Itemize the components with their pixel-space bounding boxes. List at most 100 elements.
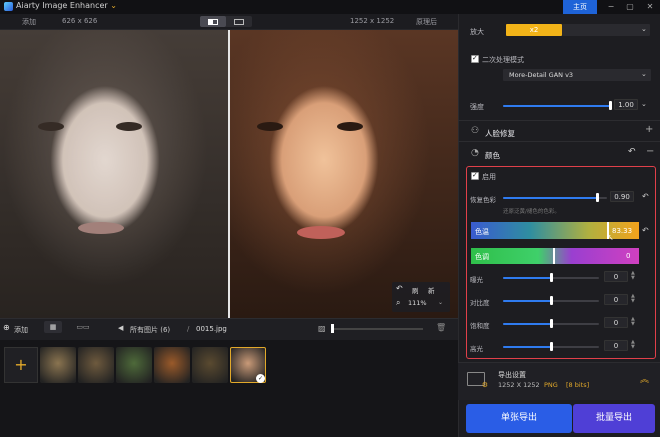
stepper-icon[interactable]: ▲ ▼	[631, 340, 635, 350]
collapse-icon[interactable]: −	[646, 146, 654, 157]
stepper-icon[interactable]: ▲ ▼	[631, 294, 635, 304]
zoom-dropdown-icon[interactable]: ⌄	[438, 299, 443, 306]
right-eye	[337, 122, 363, 131]
slider-fill	[503, 105, 610, 107]
adjust-value[interactable]: 0	[604, 271, 628, 282]
second-pass-checkbox[interactable]: ✓	[471, 54, 479, 63]
tint-value: 0	[626, 252, 631, 260]
app-title[interactable]: Aiarty Image Enhancer ⌄	[16, 1, 117, 10]
refresh-label-2[interactable]: 新	[428, 285, 435, 295]
strength-value[interactable]: 1.00	[614, 99, 638, 110]
minimize-icon[interactable]: −	[601, 0, 621, 14]
restore-hint: 还原泛黄/褪色的色彩。	[503, 209, 560, 215]
export-resolution: 1252 X 1252	[498, 381, 540, 389]
zoom-level[interactable]: 111%	[408, 299, 427, 307]
thumbnail-tiger-2[interactable]	[78, 347, 114, 383]
adjust-value[interactable]: 0	[604, 340, 628, 351]
export-title: 导出设置	[498, 371, 526, 379]
grid-view-icon[interactable]: ▦	[44, 321, 62, 333]
temperature-label: 色温	[475, 228, 489, 236]
add-button[interactable]: 添加	[14, 325, 28, 335]
strength-label: 强度	[470, 103, 484, 111]
adjust-label: 饱和度	[470, 322, 490, 330]
refresh-label-1[interactable]: 刷	[412, 285, 419, 295]
slider-knob[interactable]	[550, 273, 553, 282]
thumbnail-food[interactable]	[154, 347, 190, 383]
restore-label: 恢复色彩	[470, 196, 496, 204]
enable-label: 启用	[482, 173, 496, 181]
model-dropdown-icon[interactable]: ⌄	[641, 70, 647, 78]
scale-label: 放大	[470, 28, 484, 36]
split-view-icon[interactable]	[200, 16, 226, 27]
add-icon[interactable]: ⊕	[3, 323, 10, 332]
enable-checkbox[interactable]: ✓	[471, 171, 479, 180]
breadcrumb-file: 0015.jpg	[196, 325, 227, 333]
tint-knob[interactable]	[553, 248, 555, 264]
original-resolution: 626 x 626	[62, 17, 98, 25]
thumbnail-dragon[interactable]	[192, 347, 228, 383]
export-format: PNG	[544, 381, 558, 389]
enhanced-resolution: 1252 x 1252	[350, 17, 395, 25]
adjust-value[interactable]: 0	[604, 294, 628, 305]
thumb-size-slider[interactable]	[331, 328, 423, 330]
reset-icon[interactable]: ↶	[642, 192, 649, 201]
thumb-size-knob[interactable]	[331, 324, 334, 333]
slider-knob[interactable]	[550, 319, 553, 328]
reset-icon[interactable]: ↶	[628, 147, 636, 157]
chevron-down-icon[interactable]: ⌄	[110, 1, 117, 10]
list-view-icon[interactable]: ▭▭	[74, 321, 92, 333]
palette-icon: ◔	[471, 148, 479, 158]
single-export-button[interactable]: 单张导出	[466, 404, 572, 433]
selected-check-icon: ✓	[256, 374, 265, 383]
close-icon[interactable]: ✕	[640, 0, 660, 14]
slider-knob[interactable]	[550, 342, 553, 351]
strength-dropdown-icon[interactable]: ⌄	[641, 100, 647, 108]
export-icon: ⚙	[467, 372, 488, 389]
home-button[interactable]: 主页	[563, 0, 597, 14]
expand-icon[interactable]: +	[645, 124, 653, 135]
compare-mode-toggle[interactable]	[200, 16, 252, 27]
reset-icon[interactable]: ↶	[642, 226, 649, 235]
face-restore-title: 人脸修复	[485, 129, 515, 138]
scale-select[interactable]: x2	[506, 24, 562, 36]
slider-fill	[503, 197, 597, 199]
zoom-icon[interactable]: ⌕	[396, 298, 400, 308]
scale-track[interactable]	[562, 24, 650, 36]
breadcrumb-all[interactable]: 所有图片 (6)	[130, 325, 170, 335]
maximize-icon[interactable]: ▢	[620, 0, 640, 14]
adjust-label: 高光	[470, 345, 483, 353]
slider-knob[interactable]	[550, 296, 553, 305]
back-icon[interactable]: ◀	[118, 324, 123, 332]
stepper-icon[interactable]: ▲ ▼	[631, 271, 635, 281]
second-pass-label: 二次处理模式	[482, 56, 524, 64]
thumbnail-tiger[interactable]	[40, 347, 76, 383]
original-image	[0, 30, 229, 318]
expand-up-icon[interactable]: ︽	[640, 372, 649, 385]
tint-label: 色调	[475, 253, 489, 261]
left-eye	[38, 122, 64, 131]
image-icon: ▨	[318, 324, 326, 333]
thumbnail-temple[interactable]	[116, 347, 152, 383]
slider-knob[interactable]	[595, 193, 599, 202]
export-settings[interactable]	[458, 362, 660, 400]
tint-slider[interactable]	[471, 248, 639, 264]
scale-dropdown-icon[interactable]: ⌄	[641, 25, 647, 33]
zoom-control: ↶ 刷 新 ⌕ 111% ⌄	[392, 282, 450, 312]
stepper-icon[interactable]: ▲ ▼	[631, 317, 635, 327]
side-by-side-icon[interactable]	[226, 16, 252, 27]
slider-knob[interactable]	[609, 101, 612, 110]
restore-value[interactable]: 0.90	[610, 191, 634, 202]
slider-fill	[503, 277, 551, 279]
export-bits: [8 bits]	[566, 381, 590, 389]
model-value: More-Detail GAN v3	[509, 71, 574, 79]
add-image-tile[interactable]: +	[4, 347, 38, 383]
divider	[458, 120, 660, 121]
undo-icon[interactable]: ↶	[396, 284, 403, 293]
batch-export-button[interactable]: 批量导出	[573, 404, 655, 433]
adjust-label: 曝光	[470, 276, 483, 284]
compare-divider[interactable]	[228, 30, 230, 318]
adjust-value[interactable]: 0	[604, 317, 628, 328]
adjust-label: 对比度	[470, 299, 490, 307]
original-label: 添加	[22, 18, 36, 26]
trash-icon[interactable]: 🗑	[436, 323, 446, 332]
